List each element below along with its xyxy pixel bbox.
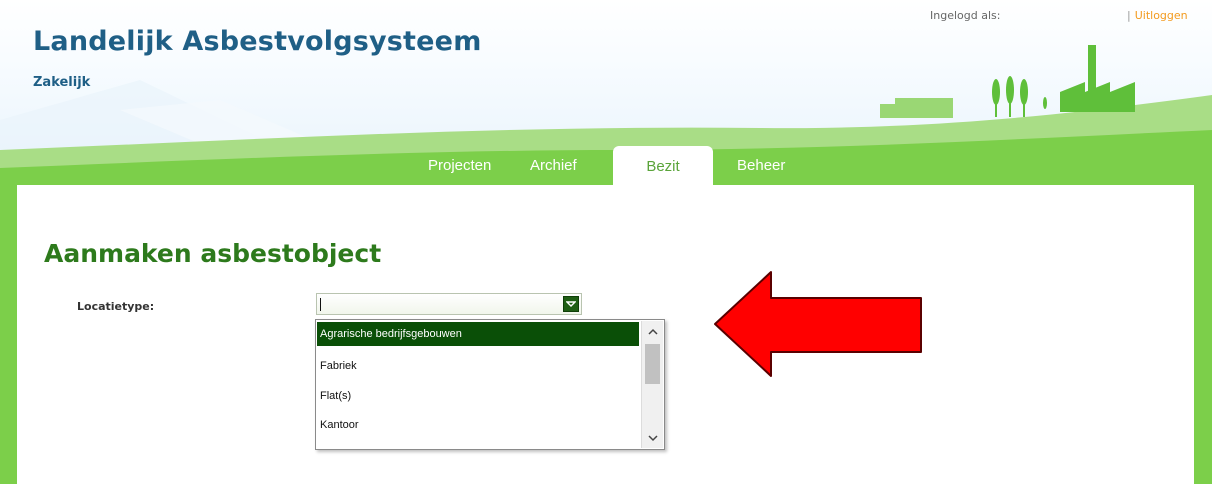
scroll-thumb[interactable] bbox=[645, 344, 660, 384]
logged-in-label: Ingelogd als: bbox=[930, 9, 1001, 22]
app-header: Landelijk Asbestvolgsysteem Zakelijk Ing… bbox=[0, 0, 1212, 186]
chevron-up-icon bbox=[647, 328, 658, 335]
option-fabriek[interactable]: Fabriek bbox=[317, 354, 639, 378]
location-type-label: Locatietype: bbox=[77, 300, 155, 313]
tab-beheer[interactable]: Beheer bbox=[737, 157, 785, 174]
truck-icon bbox=[880, 98, 953, 118]
logout-label[interactable]: Uitloggen bbox=[1135, 9, 1188, 22]
tab-bezit[interactable]: Bezit bbox=[613, 146, 713, 186]
left-arrow-icon bbox=[714, 271, 922, 377]
chevron-down-icon bbox=[566, 301, 576, 307]
trees-icon bbox=[992, 76, 1047, 117]
logout-separator: | bbox=[1127, 9, 1131, 22]
tab-archief[interactable]: Archief bbox=[530, 157, 577, 174]
tab-projecten[interactable]: Projecten bbox=[428, 157, 491, 174]
app-title: Landelijk Asbestvolgsysteem bbox=[33, 26, 482, 57]
dropdown-scrollbar[interactable] bbox=[641, 321, 663, 448]
page-title: Aanmaken asbestobject bbox=[44, 239, 382, 268]
option-kantoor[interactable]: Kantoor bbox=[317, 413, 639, 437]
option-flats[interactable]: Flat(s) bbox=[317, 384, 639, 408]
text-caret bbox=[320, 298, 321, 311]
location-type-combobox[interactable] bbox=[316, 293, 582, 315]
logout-link[interactable]: | Uitloggen bbox=[1127, 9, 1188, 22]
option-agrarische-bedrijfsgebouwen[interactable]: Agrarische bedrijfsgebouwen bbox=[317, 322, 639, 346]
frame-right bbox=[1194, 183, 1212, 484]
chevron-down-icon bbox=[647, 434, 658, 441]
scroll-down-button[interactable] bbox=[642, 428, 663, 448]
frame-left bbox=[0, 183, 17, 484]
factory-icon bbox=[1060, 45, 1135, 112]
app-subtitle: Zakelijk bbox=[33, 75, 91, 90]
dropdown-toggle-button[interactable] bbox=[563, 296, 579, 312]
location-type-dropdown-list[interactable]: Agrarische bedrijfsgebouwen Fabriek Flat… bbox=[315, 319, 665, 450]
scroll-up-button[interactable] bbox=[642, 321, 663, 341]
